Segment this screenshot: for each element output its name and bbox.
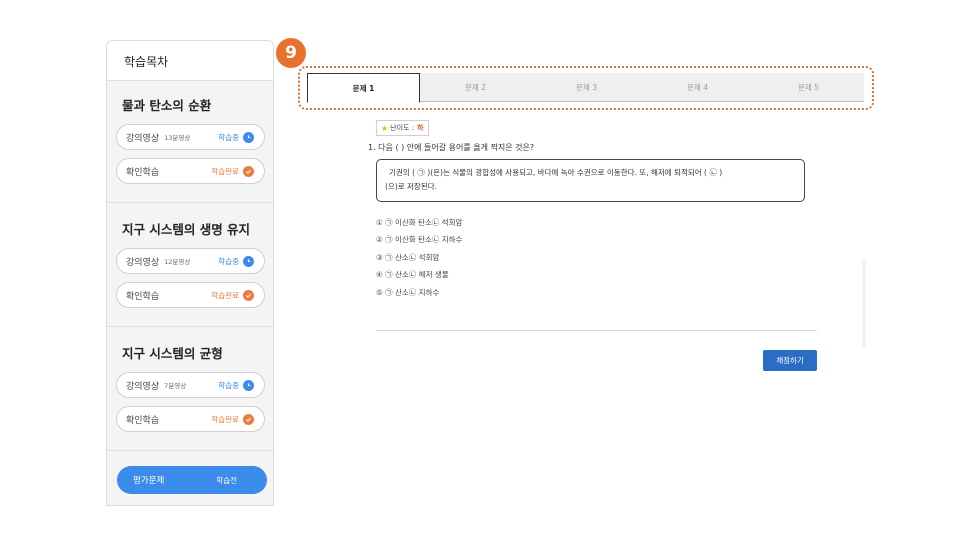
grade-button[interactable]: 채점하기 xyxy=(763,350,817,371)
tab-question-4[interactable]: 문제 4 xyxy=(642,73,753,101)
difficulty-label: 난이도 : xyxy=(390,124,415,132)
difficulty-badge: ★ 난이도 : 하 xyxy=(376,120,429,136)
check-icon xyxy=(243,165,254,177)
sidebar: 학습목차 물과 탄소의 순환 강의영상 13분영상 학습중 확인학습 학습완료 … xyxy=(106,40,274,506)
section-title: 지구 시스템의 생명 유지 xyxy=(122,222,251,237)
tab-question-2[interactable]: 문제 2 xyxy=(420,73,531,101)
status-text: 학습중 xyxy=(218,131,254,143)
clock-icon xyxy=(243,131,254,143)
item-label: 강의영상 xyxy=(126,133,160,144)
section-balance: 지구 시스템의 균형 강의영상 7분영상 학습중 확인학습 학습완료 xyxy=(107,327,273,451)
video-duration: 7분영상 xyxy=(164,382,187,390)
section-title: 지구 시스템의 균형 xyxy=(122,346,223,361)
clock-icon xyxy=(243,255,254,267)
check-study-item[interactable]: 확인학습 학습완료 xyxy=(116,282,265,308)
lecture-video-item[interactable]: 강의영상 13분영상 학습중 xyxy=(116,124,265,150)
section-title: 물과 탄소의 순환 xyxy=(122,98,212,113)
question-tabs: 문제 1 문제 2 문제 3 문제 4 문제 5 xyxy=(307,73,864,103)
answer-option-5[interactable]: ⑤ ㉠ 산소㉡ 지하수 xyxy=(376,284,462,301)
lecture-video-item[interactable]: 강의영상 7분영상 학습중 xyxy=(116,372,265,398)
item-label: 강의영상 xyxy=(126,257,160,268)
tab-question-3[interactable]: 문제 3 xyxy=(531,73,642,101)
item-label: 확인학습 xyxy=(126,167,160,178)
video-duration: 12분영상 xyxy=(164,258,191,266)
divider xyxy=(376,330,817,331)
item-label: 확인학습 xyxy=(126,415,160,426)
answer-option-4[interactable]: ④ ㉠ 산소㉡ 해저 생물 xyxy=(376,266,462,283)
passage-line-2: (으)로 저장된다. xyxy=(385,182,438,191)
answer-option-3[interactable]: ③ ㉠ 산소㉡ 석회암 xyxy=(376,249,462,266)
eval-label: 평가문제 xyxy=(133,476,165,486)
check-icon xyxy=(243,289,254,301)
check-icon xyxy=(243,413,254,425)
eval-button[interactable]: 평가문제 학습전 xyxy=(117,466,267,494)
status-text: 학습중 xyxy=(218,379,254,391)
step-badge: 9 xyxy=(276,38,306,68)
sidebar-title: 학습목차 xyxy=(107,41,273,81)
check-study-item[interactable]: 확인학습 학습완료 xyxy=(116,158,265,184)
answer-options: ① ㉠ 이산화 탄소㉡ 석회암 ② ㉠ 이산화 탄소㉡ 지하수 ③ ㉠ 산소㉡ … xyxy=(376,214,462,301)
difficulty-value: 하 xyxy=(417,124,424,132)
check-study-item[interactable]: 확인학습 학습완료 xyxy=(116,406,265,432)
tab-question-5[interactable]: 문제 5 xyxy=(753,73,864,101)
status-text: 학습완료 xyxy=(211,289,254,301)
status-text: 학습중 xyxy=(218,255,254,267)
eval-status: 학습전 xyxy=(216,475,237,485)
scroll-edge xyxy=(862,258,866,348)
question-prompt: 1. 다음 ( ) 안에 들어갈 용어를 옳게 짝지은 것은? xyxy=(368,143,535,152)
answer-option-2[interactable]: ② ㉠ 이산화 탄소㉡ 지하수 xyxy=(376,231,462,248)
section-carbon-cycle: 물과 탄소의 순환 강의영상 13분영상 학습중 확인학습 학습완료 xyxy=(107,81,273,203)
status-text: 학습완료 xyxy=(211,413,254,425)
section-life-support: 지구 시스템의 생명 유지 강의영상 12분영상 학습중 확인학습 학습완료 xyxy=(107,203,273,327)
passage-line-1: 기권의 ( ㉠ )(은)는 식물의 광합성에 사용되고, 바다에 녹아 수권으로… xyxy=(389,168,723,177)
tab-question-1[interactable]: 문제 1 xyxy=(307,73,420,103)
answer-option-1[interactable]: ① ㉠ 이산화 탄소㉡ 석회암 xyxy=(376,214,462,231)
item-label: 확인학습 xyxy=(126,291,160,302)
item-label: 강의영상 xyxy=(126,381,160,392)
lecture-video-item[interactable]: 강의영상 12분영상 학습중 xyxy=(116,248,265,274)
star-icon: ★ xyxy=(381,123,389,133)
clock-icon xyxy=(243,379,254,391)
video-duration: 13분영상 xyxy=(164,134,191,142)
question-passage: 기권의 ( ㉠ )(은)는 식물의 광합성에 사용되고, 바다에 녹아 수권으로… xyxy=(376,159,805,202)
status-text: 학습완료 xyxy=(211,165,254,177)
